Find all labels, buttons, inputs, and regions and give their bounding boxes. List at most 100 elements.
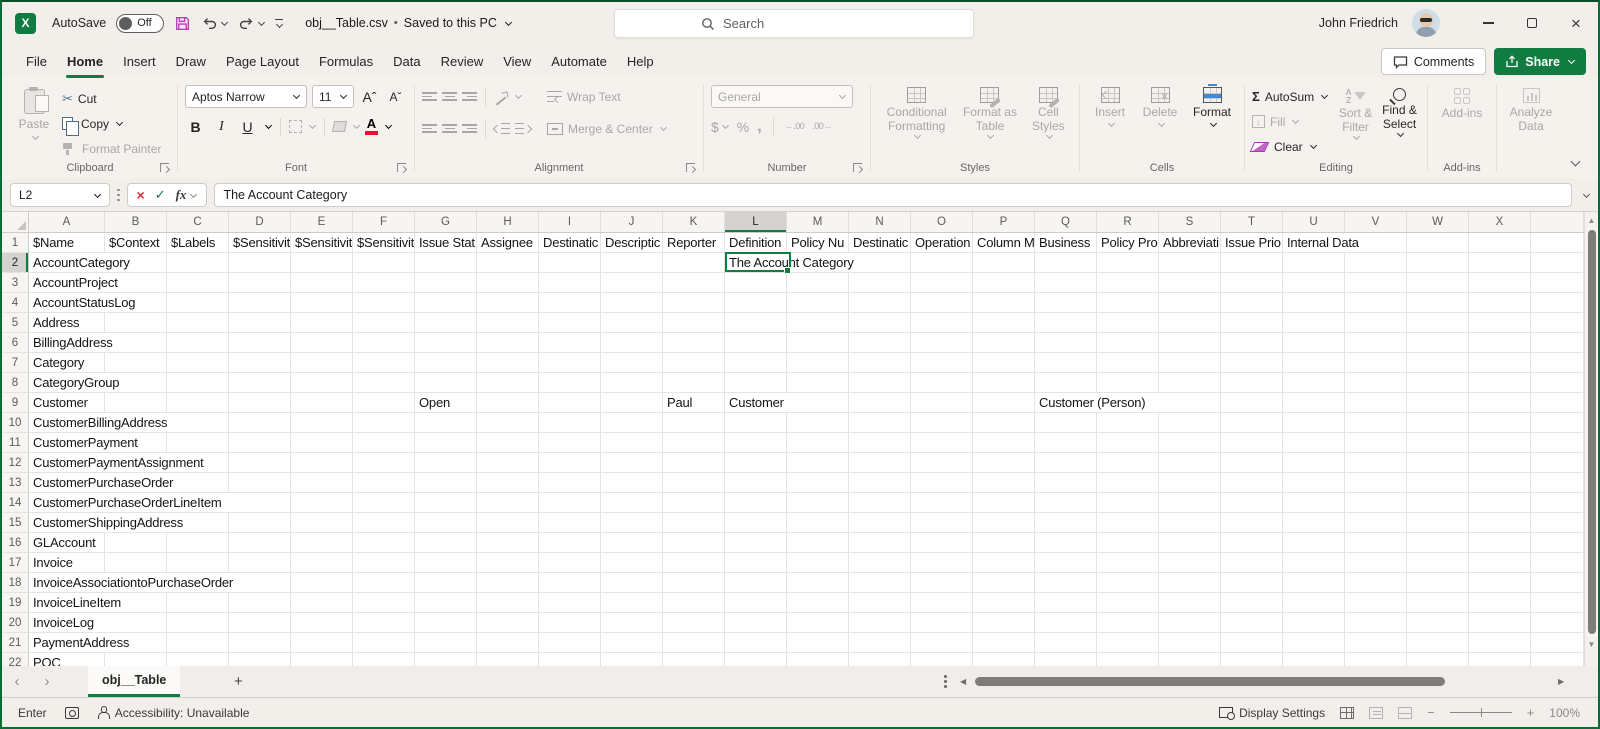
cell-J17[interactable] [601,553,663,573]
column-header-P[interactable]: P [973,212,1035,232]
cell-I2[interactable] [539,253,601,273]
cell-R2[interactable] [1097,253,1159,273]
cell-V22[interactable] [1345,653,1407,666]
cell-C2[interactable] [167,253,229,273]
cell-X2[interactable] [1469,253,1531,273]
cell-G4[interactable] [415,293,477,313]
cell-U4[interactable] [1283,293,1345,313]
cell-U13[interactable] [1283,473,1345,493]
cell-V19[interactable] [1345,593,1407,613]
cell-F5[interactable] [353,313,415,333]
tab-help[interactable]: Help [617,44,664,78]
column-header-X[interactable]: X [1469,212,1531,232]
cell-S10[interactable] [1159,413,1221,433]
row-header-9[interactable]: 9 [2,393,29,413]
cell-G17[interactable] [415,553,477,573]
cell-T13[interactable] [1221,473,1283,493]
column-header-R[interactable]: R [1097,212,1159,232]
cell-L9[interactable]: Customer [725,393,849,413]
insert-function-button[interactable]: fx [176,187,187,203]
cell-H9[interactable] [477,393,539,413]
cell-F8[interactable] [353,373,415,393]
cell-D20[interactable] [229,613,291,633]
tab-view[interactable]: View [493,44,541,78]
column-header-F[interactable]: F [353,212,415,232]
analyze-data-button[interactable]: Analyze Data [1502,84,1560,133]
cell-J7[interactable] [601,353,663,373]
column-header-U[interactable]: U [1283,212,1345,232]
cell-N15[interactable] [849,513,911,533]
cell-V6[interactable] [1345,333,1407,353]
cut-button[interactable]: ✂ Cut [60,86,163,111]
cell-U1[interactable]: Internal Data [1283,233,1407,253]
cell-P11[interactable] [973,433,1035,453]
cell-A18[interactable]: InvoiceAssociationtoPurchaseOrder [29,573,291,593]
cell-L11[interactable] [725,433,787,453]
save-button[interactable] [174,15,191,32]
cell-S6[interactable] [1159,333,1221,353]
cell-A12[interactable]: CustomerPaymentAssignment [29,453,229,473]
cell-G20[interactable] [415,613,477,633]
cell-F19[interactable] [353,593,415,613]
cell-K5[interactable] [663,313,725,333]
number-format-select[interactable]: General [711,85,853,108]
cell-O1[interactable]: Operation [911,233,973,253]
cell-M15[interactable] [787,513,849,533]
scroll-down-icon[interactable]: ▼ [1585,636,1598,652]
cell-B1[interactable]: $Context [105,233,167,253]
cell-N5[interactable] [849,313,911,333]
cell-J1[interactable]: Descriptic [601,233,663,253]
cell-P19[interactable] [973,593,1035,613]
cell-I9[interactable] [539,393,601,413]
column-header-O[interactable]: O [911,212,973,232]
delete-cells-button[interactable]: × Delete [1138,87,1182,128]
insert-cells-button[interactable]: Insert [1088,87,1132,128]
cell-L2[interactable]: The Account Category [725,253,911,273]
cell-O17[interactable] [911,553,973,573]
enter-button[interactable]: ✓ [155,187,166,203]
cell-D17[interactable] [229,553,291,573]
cell-F16[interactable] [353,533,415,553]
cell-Q15[interactable] [1035,513,1097,533]
cell-F15[interactable] [353,513,415,533]
cell-V5[interactable] [1345,313,1407,333]
cell-A9[interactable]: Customer [29,393,105,413]
cell-D9[interactable] [229,393,291,413]
cell-K6[interactable] [663,333,725,353]
cell-O2[interactable] [911,253,973,273]
row-header-21[interactable]: 21 [2,633,29,653]
format-painter-button[interactable]: Format Painter [60,136,163,161]
cell-F3[interactable] [353,273,415,293]
cell-T22[interactable] [1221,653,1283,666]
cell-K16[interactable] [663,533,725,553]
select-all-corner[interactable] [2,212,29,232]
tab-bar-grip[interactable] [944,675,947,688]
cell-Q17[interactable] [1035,553,1097,573]
cell-K18[interactable] [663,573,725,593]
cell-K19[interactable] [663,593,725,613]
cell-T12[interactable] [1221,453,1283,473]
cell-H2[interactable] [477,253,539,273]
cell-Q16[interactable] [1035,533,1097,553]
cell-G14[interactable] [415,493,477,513]
cell-F18[interactable] [353,573,415,593]
cell-F14[interactable] [353,493,415,513]
cell-W2[interactable] [1407,253,1469,273]
cell-W1[interactable] [1407,233,1469,253]
cell-X20[interactable] [1469,613,1531,633]
cell-T16[interactable] [1221,533,1283,553]
cell-U9[interactable] [1283,393,1345,413]
zoom-out-button[interactable]: − [1427,705,1435,720]
cell-R14[interactable] [1097,493,1159,513]
cell-S7[interactable] [1159,353,1221,373]
formula-input[interactable]: The Account Category [214,183,1572,207]
cell-J15[interactable] [601,513,663,533]
cell-C17[interactable] [167,553,229,573]
cell-E2[interactable] [291,253,353,273]
row-header-1[interactable]: 1 [2,233,29,253]
cell-N17[interactable] [849,553,911,573]
cell-S1[interactable]: Abbreviati [1159,233,1221,253]
cell-D6[interactable] [229,333,291,353]
cell-Q6[interactable] [1035,333,1097,353]
cell-F13[interactable] [353,473,415,493]
